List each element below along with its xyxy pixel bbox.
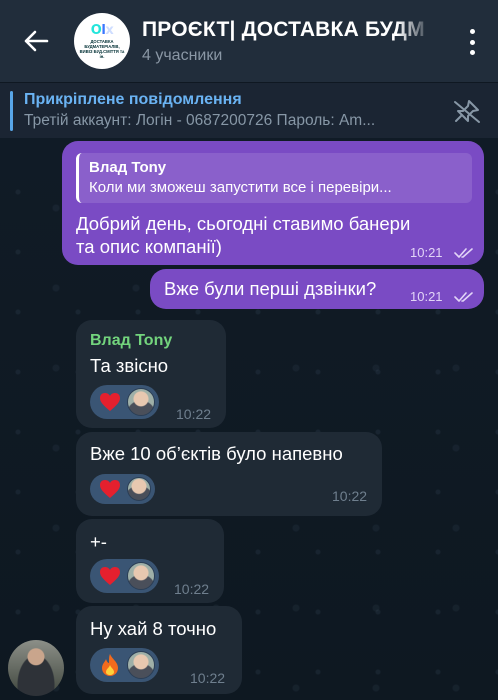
reaction-chip[interactable] (90, 648, 159, 682)
reactor-avatar (127, 562, 155, 590)
chat-title: ПРОЄКТ| ДОСТАВКА БУДМ (142, 17, 425, 41)
message-time: 10:21 (410, 245, 443, 260)
message-time: 10:21 (410, 289, 443, 304)
message-text: Ну хай 8 точно (90, 618, 217, 639)
pinned-title: Прикріплене повідомлення (24, 91, 242, 108)
chat-header: Olx ДОСТАВКА БУДМАТЕРІАЛІВ, ВИВІЗ БУД.СМ… (0, 0, 498, 82)
message-text-line: та опис компанії) (76, 236, 222, 257)
back-button[interactable] (20, 25, 52, 57)
reply-quote[interactable]: Влад Tony Коли ми зможеш запустити все і… (76, 153, 472, 203)
heart-emoji-icon (98, 391, 122, 413)
sender-avatar[interactable] (8, 640, 64, 696)
avatar-caption: ДОСТАВКА БУДМАТЕРІАЛІВ, ВИВІЗ БУД.СМІТТЯ… (79, 38, 125, 59)
more-vertical-icon (469, 29, 475, 34)
incoming-message[interactable]: Вже 10 об’єктів було напевно 10:22 (76, 432, 382, 516)
reply-sender: Влад Tony (89, 159, 167, 176)
message-time: 10:22 (190, 670, 226, 686)
outgoing-message[interactable]: Влад Tony Коли ми зможеш запустити все і… (62, 141, 484, 265)
reactor-avatar (127, 651, 155, 679)
message-text: +- (90, 531, 107, 552)
reply-text: Коли ми зможеш запустити все і перевіри.… (89, 179, 392, 196)
reaction-chip[interactable] (90, 559, 159, 593)
heart-emoji-icon (98, 478, 122, 500)
chat-info[interactable]: ПРОЄКТ| ДОСТАВКА БУДМ 4 учасники (142, 18, 432, 65)
pinned-text: Третій аккаунт: Логін - 0687200726 Парол… (24, 112, 376, 129)
more-menu-button[interactable] (468, 29, 476, 55)
incoming-message[interactable]: Влад Tony Та звісно 10:22 (76, 320, 226, 428)
sender-name[interactable]: Влад Tony (90, 332, 172, 350)
unpin-icon[interactable] (452, 97, 482, 125)
double-check-icon (454, 248, 473, 258)
pinned-indicator (10, 91, 13, 131)
members-count: 4 учасники (142, 46, 223, 64)
incoming-message[interactable]: +- 10:22 (76, 519, 224, 603)
message-time: 10:22 (332, 488, 368, 504)
fire-emoji-icon (98, 654, 122, 676)
double-check-icon (454, 292, 473, 302)
back-arrow-icon (24, 30, 49, 52)
message-text: Вже були перші дзвінки? (164, 278, 377, 299)
message-text: Та звісно (90, 355, 169, 376)
message-list[interactable]: Влад Tony Коли ми зможеш запустити все і… (0, 138, 498, 700)
olx-logo: Olx (90, 22, 114, 38)
pinned-message-bar[interactable]: Прикріплене повідомлення Третій аккаунт:… (0, 82, 498, 138)
outgoing-message[interactable]: Вже були перші дзвінки? 10:21 (150, 269, 484, 309)
heart-emoji-icon (98, 565, 122, 587)
reaction-chip[interactable] (90, 385, 159, 419)
reaction-chip[interactable] (90, 474, 155, 504)
reactor-avatar (127, 388, 155, 416)
message-time: 10:22 (176, 406, 212, 422)
incoming-message[interactable]: Ну хай 8 точно 10:22 (76, 606, 242, 694)
group-avatar[interactable]: Olx ДОСТАВКА БУДМАТЕРІАЛІВ, ВИВІЗ БУД.СМ… (74, 13, 130, 69)
reactor-avatar (127, 477, 151, 501)
message-time: 10:22 (174, 581, 210, 597)
message-text: Вже 10 об’єктів було напевно (90, 443, 343, 464)
message-text-line: Добрий день, сьогодні ставимо банери (76, 213, 411, 234)
